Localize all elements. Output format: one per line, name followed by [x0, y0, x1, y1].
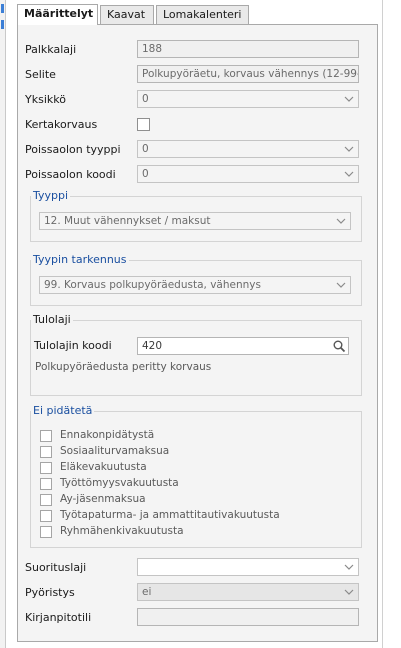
- ay-jasenmaksua-label: Ay-jäsenmaksua: [60, 493, 146, 505]
- tulolajin-koodi-value: 420: [142, 340, 163, 352]
- tyyppi-value: 12. Muut vähennykset / maksut: [44, 215, 211, 227]
- edge-marker: [1, 4, 4, 13]
- chevron-down-icon[interactable]: [343, 93, 355, 105]
- tulolaji-description: Polkupyöräedusta peritty korvaus: [35, 361, 212, 373]
- yksikko-value: 0: [142, 93, 149, 105]
- suorituslaji-select[interactable]: [137, 558, 359, 576]
- poissaolon-tyyppi-label: Poissaolon tyyppi: [25, 143, 121, 156]
- ryhmahenkivakuutusta-label: Ryhmähenkivakuutusta: [60, 525, 184, 537]
- left-edge-strip: [0, 0, 6, 648]
- sosiaaliturvamaksua-checkbox[interactable]: [40, 446, 52, 458]
- tyottomyysvakuutusta-checkbox[interactable]: [40, 478, 52, 490]
- palkkalaji-label: Palkkalaji: [25, 43, 77, 56]
- tab-kaavat[interactable]: Kaavat: [100, 5, 154, 24]
- ennakonpidatysta-checkbox[interactable]: [40, 430, 52, 442]
- poissaolon-koodi-label: Poissaolon koodi: [25, 168, 116, 181]
- kirjanpitotili-label: Kirjanpitotili: [25, 611, 92, 624]
- palkkalaji-field[interactable]: 188: [137, 40, 359, 58]
- selite-label: Selite: [25, 68, 56, 81]
- tyottomyysvakuutusta-label: Työttömyysvakuutusta: [60, 477, 179, 489]
- tab-lomakalenteri[interactable]: Lomakalenteri: [156, 5, 249, 24]
- ei-pidateta-group-title: Ei pidätetä: [31, 404, 95, 417]
- tab-maarittelyt[interactable]: Määrittelyt: [17, 4, 98, 25]
- tulolajin-koodi-label: Tulolajin koodi: [34, 339, 112, 352]
- poissaolon-koodi-value: 0: [142, 168, 149, 180]
- ay-jasenmaksua-checkbox[interactable]: [40, 494, 52, 506]
- suorituslaji-label: Suorituslaji: [25, 561, 87, 574]
- tyypin-tarkennus-value: 99. Korvaus polkupyöräedusta, vähennys: [44, 279, 261, 291]
- tyotapaturma-label: Työtapaturma- ja ammattitautivakuutusta: [60, 509, 280, 521]
- poissaolon-tyyppi-value: 0: [142, 143, 149, 155]
- ryhmahenkivakuutusta-checkbox[interactable]: [40, 526, 52, 538]
- tulolaji-group: [30, 320, 362, 396]
- chevron-down-icon[interactable]: [343, 586, 355, 598]
- selite-field[interactable]: Polkupyöräetu, korvaus vähennys (12-99-4…: [137, 65, 359, 83]
- tyyppi-select[interactable]: 12. Muut vähennykset / maksut: [39, 212, 351, 230]
- search-icon[interactable]: [331, 339, 347, 353]
- pyoristys-value: ei: [142, 586, 152, 598]
- pyoristys-label: Pyöristys: [25, 586, 75, 599]
- tyyppi-group-title: Tyyppi: [31, 189, 71, 202]
- chevron-down-icon[interactable]: [343, 168, 355, 180]
- chevron-down-icon[interactable]: [343, 561, 355, 573]
- elakevakuutusta-label: Eläkevakuutusta: [60, 461, 147, 473]
- right-edge-strip: [382, 0, 401, 648]
- kertakorvaus-checkbox[interactable]: [137, 118, 150, 131]
- pyoristys-select[interactable]: ei: [137, 583, 359, 601]
- chevron-down-icon[interactable]: [343, 143, 355, 155]
- chevron-down-icon[interactable]: [335, 279, 347, 291]
- tulolaji-group-title: Tulolaji: [31, 313, 73, 326]
- tulolajin-koodi-field[interactable]: 420: [137, 337, 349, 355]
- chevron-down-icon[interactable]: [335, 215, 347, 227]
- sosiaaliturvamaksua-label: Sosiaaliturvamaksua: [60, 445, 170, 457]
- yksikko-label: Yksikkö: [25, 93, 66, 106]
- ennakonpidatysta-label: Ennakonpidätystä: [60, 429, 155, 441]
- kirjanpitotili-field[interactable]: [137, 608, 359, 626]
- tyypin-tarkennus-group-title: Tyypin tarkennus: [31, 253, 129, 266]
- poissaolon-tyyppi-select[interactable]: 0: [137, 140, 359, 158]
- yksikko-select[interactable]: 0: [137, 90, 359, 108]
- kertakorvaus-label: Kertakorvaus: [25, 118, 98, 131]
- tyotapaturma-checkbox[interactable]: [40, 510, 52, 522]
- tyypin-tarkennus-select[interactable]: 99. Korvaus polkupyöräedusta, vähennys: [39, 276, 351, 294]
- elakevakuutusta-checkbox[interactable]: [40, 462, 52, 474]
- poissaolon-koodi-select[interactable]: 0: [137, 165, 359, 183]
- edge-marker: [1, 20, 4, 29]
